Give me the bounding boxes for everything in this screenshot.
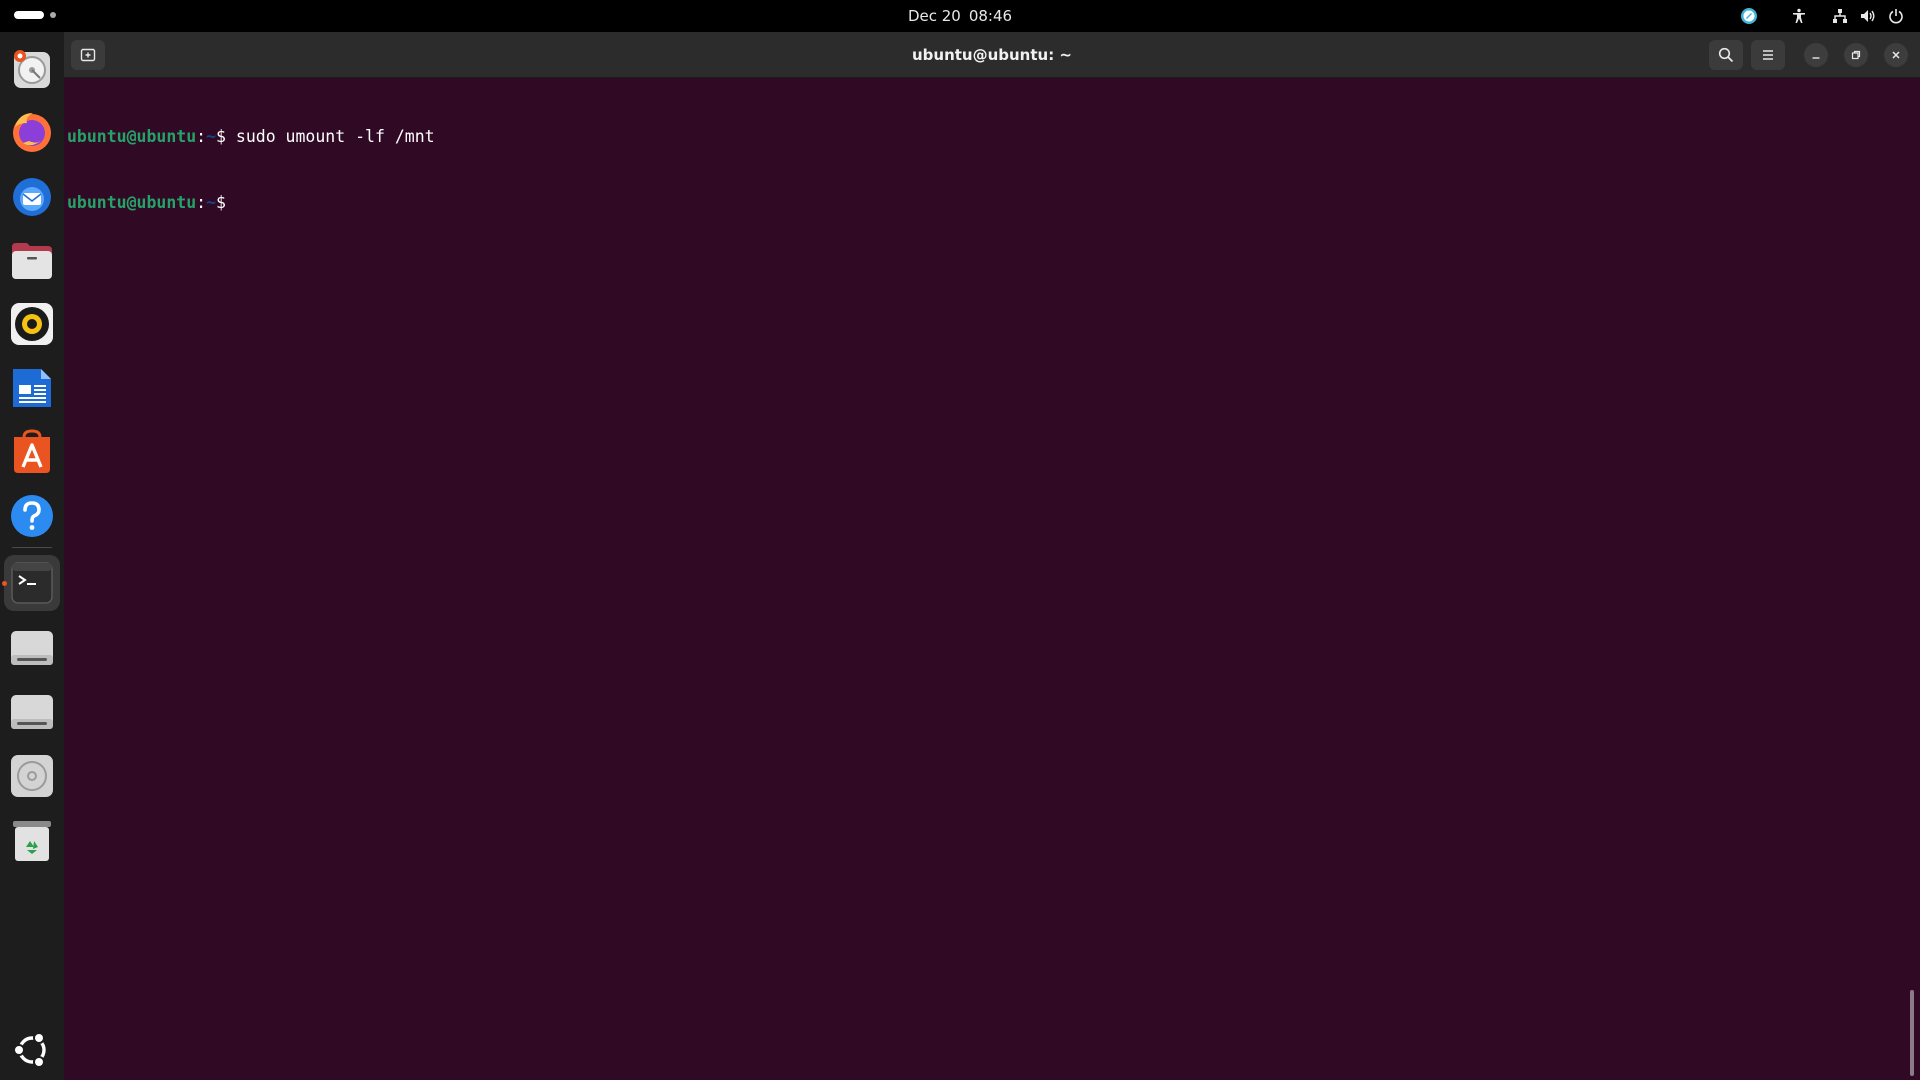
clock-button[interactable]: Dec 20 08:46 (908, 7, 1012, 25)
dock-item-disk-utility[interactable] (4, 42, 60, 98)
dock-item-drive-2[interactable] (4, 684, 60, 740)
dock-item-app-center[interactable] (4, 424, 60, 480)
rhythmbox-icon (11, 303, 53, 345)
ubuntu-logo-icon (13, 1032, 46, 1068)
prompt-colon: : (196, 193, 207, 212)
dock-separator (12, 547, 52, 548)
power-icon[interactable] (1882, 0, 1910, 32)
header-bar: ubuntu@ubuntu: ~ (64, 32, 1920, 78)
dock-item-files[interactable] (4, 232, 60, 288)
prompt-dollar: $ (216, 193, 226, 212)
prompt-dollar: $ (216, 127, 226, 146)
terminal-line: ubuntu@ubuntu:~$ sudo umount -lf /mnt (67, 126, 1907, 148)
prompt-path: ~ (206, 127, 217, 146)
window-title: ubuntu@ubuntu: ~ (911, 46, 1073, 64)
dock-item-optical-drive[interactable] (4, 748, 60, 804)
dock-item-firefox[interactable] (4, 104, 60, 160)
disk-utility-icon (14, 50, 50, 88)
prompt-path: ~ (206, 193, 217, 212)
menu-button[interactable] (1751, 40, 1785, 70)
drive-icon (11, 695, 53, 729)
dock-item-thunderbird[interactable] (4, 168, 60, 224)
command-text (226, 193, 236, 212)
clock-date: Dec 20 (907, 7, 961, 25)
running-indicator (2, 581, 7, 586)
terminal-icon (11, 562, 53, 604)
dock-item-trash[interactable] (4, 812, 60, 868)
command-text: sudo umount -lf /mnt (225, 127, 435, 146)
app-center-icon (14, 429, 50, 473)
trash-icon (13, 821, 51, 861)
system-tray (1726, 0, 1910, 32)
copilot-icon[interactable] (1726, 0, 1772, 32)
clock-time: 08:46 (968, 7, 1013, 25)
dock-item-terminal[interactable] (4, 555, 60, 611)
prompt-colon: : (196, 127, 207, 146)
close-button[interactable] (1884, 43, 1908, 67)
prompt-user: ubuntu@ubuntu (67, 127, 197, 146)
dock-item-help[interactable] (4, 488, 60, 544)
files-icon (12, 243, 52, 279)
restore-button[interactable] (1844, 43, 1868, 67)
minimize-button[interactable] (1804, 43, 1828, 67)
dock-item-libreoffice-writer[interactable] (4, 360, 60, 416)
prompt-user: ubuntu@ubuntu (67, 193, 197, 212)
hamburger-menu-icon (1763, 50, 1773, 60)
restore-icon (1851, 50, 1861, 60)
help-icon (11, 495, 53, 537)
terminal-line: ubuntu@ubuntu:~$ (67, 192, 1907, 214)
firefox-icon (13, 113, 51, 152)
search-icon (1718, 47, 1734, 63)
window-title-container: ubuntu@ubuntu: ~ (64, 32, 1920, 78)
top-bar: Dec 20 08:46 (0, 0, 1920, 32)
show-apps-button[interactable] (4, 1022, 60, 1078)
clock: Dec 20 08:46 (0, 0, 1920, 32)
dock-item-rhythmbox[interactable] (4, 296, 60, 352)
new-tab-button[interactable] (71, 40, 105, 70)
workspace-indicator (50, 12, 56, 18)
accessibility-icon[interactable] (1772, 0, 1826, 32)
libreoffice-writer-icon (13, 369, 51, 407)
workspace-indicator-active (14, 11, 44, 19)
thunderbird-icon (13, 178, 51, 216)
close-icon (1892, 51, 1900, 59)
terminal-content[interactable]: ubuntu@ubuntu:~$ sudo umount -lf /mnt ub… (67, 78, 1907, 1080)
network-icon[interactable] (1826, 0, 1854, 32)
dock (0, 32, 64, 1080)
activities-button[interactable] (14, 11, 56, 19)
volume-icon[interactable] (1854, 0, 1882, 32)
search-button[interactable] (1709, 40, 1743, 70)
drive-icon (11, 631, 53, 665)
terminal-window: ubuntu@ubuntu: ~ ubuntu@ubuntu:~$ sudo u… (64, 32, 1920, 1080)
dock-item-drive[interactable] (4, 620, 60, 676)
minimize-icon (1812, 57, 1820, 59)
terminal-scrollbar[interactable] (1910, 990, 1914, 1076)
new-tab-icon (80, 48, 96, 62)
optical-drive-icon (11, 755, 53, 797)
